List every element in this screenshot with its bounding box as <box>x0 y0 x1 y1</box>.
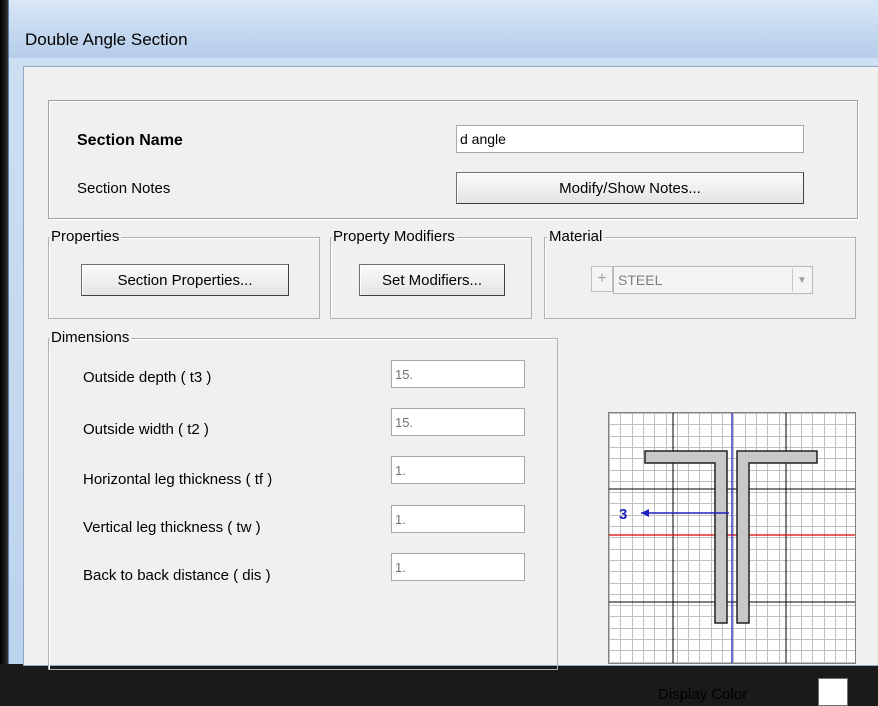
add-material-button[interactable]: + <box>591 266 613 292</box>
vertical-leg-thickness-input[interactable] <box>391 505 525 533</box>
vertical-leg-thickness-label: Vertical leg thickness ( tw ) <box>83 519 261 536</box>
title-bar[interactable]: Double Angle Section <box>9 0 878 58</box>
outside-depth-label: Outside depth ( t3 ) <box>83 369 212 386</box>
outside-width-label: Outside width ( t2 ) <box>83 421 209 438</box>
section-preview: 3 <box>608 412 859 664</box>
chevron-down-icon[interactable]: ▼ <box>792 268 811 292</box>
section-properties-button[interactable]: Section Properties... <box>81 264 289 296</box>
dimensions-group: Dimensions Outside depth ( t3 ) Outside … <box>48 329 558 670</box>
properties-group: Properties Section Properties... <box>48 228 320 319</box>
horizontal-leg-thickness-label: Horizontal leg thickness ( tf ) <box>83 471 273 488</box>
section-notes-label: Section Notes <box>77 180 171 197</box>
material-selected-value: STEEL <box>618 272 663 288</box>
set-modifiers-button[interactable]: Set Modifiers... <box>359 264 505 296</box>
dimensions-group-title: Dimensions <box>49 329 132 346</box>
window-title: Double Angle Section <box>25 30 188 49</box>
property-modifiers-group: Property Modifiers Set Modifiers... <box>330 228 532 319</box>
properties-group-title: Properties <box>49 228 122 245</box>
section-preview-drawing: 3 <box>609 413 859 663</box>
outside-depth-input[interactable] <box>391 360 525 388</box>
dialog-panel: Section Name Section Notes Modify/Show N… <box>48 100 878 706</box>
back-to-back-distance-input[interactable] <box>391 553 525 581</box>
back-to-back-distance-label: Back to back distance ( dis ) <box>83 567 271 584</box>
display-color-swatch[interactable] <box>818 678 848 706</box>
outside-width-input[interactable] <box>391 408 525 436</box>
section-name-label: Section Name <box>77 132 183 149</box>
section-name-input[interactable] <box>456 125 804 153</box>
property-modifiers-group-title: Property Modifiers <box>331 228 457 245</box>
material-select[interactable]: STEEL ▼ <box>613 266 813 294</box>
dialog-client: Section Name Section Notes Modify/Show N… <box>23 66 878 706</box>
modify-notes-button[interactable]: Modify/Show Notes... <box>456 172 804 204</box>
display-color-label: Display Color <box>658 686 748 703</box>
dialog-window: Double Angle Section Section Name Sectio… <box>8 0 878 706</box>
desktop-edge <box>0 0 8 664</box>
material-group: Material + STEEL ▼ <box>544 228 856 319</box>
axis-3-label: 3 <box>619 506 627 523</box>
material-group-title: Material <box>547 228 605 245</box>
section-name-box: Section Name Section Notes Modify/Show N… <box>48 100 858 219</box>
horizontal-leg-thickness-input[interactable] <box>391 456 525 484</box>
